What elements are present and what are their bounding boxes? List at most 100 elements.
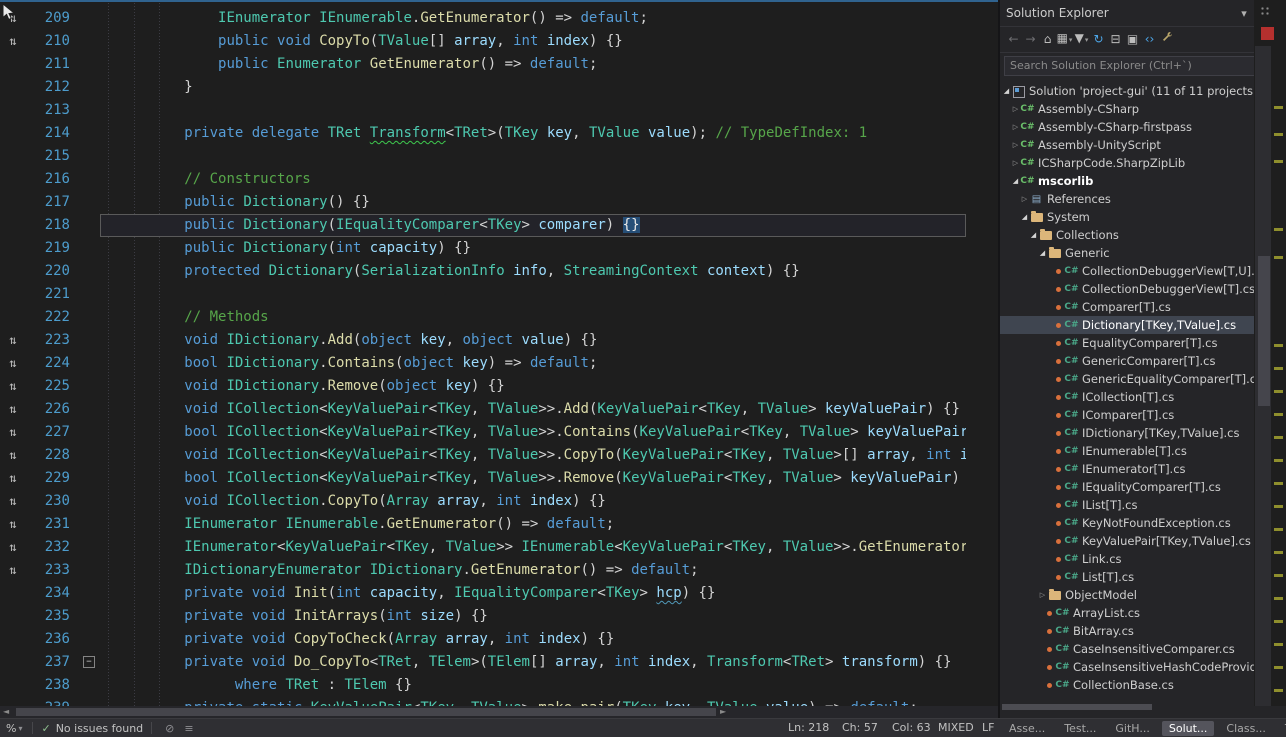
code-line[interactable]: 213 (0, 99, 966, 122)
fold-margin[interactable] (70, 306, 100, 329)
code-text[interactable]: private void CopyToCheck(Array array, in… (100, 628, 966, 651)
collapsed-arrow-icon[interactable]: ▷ (1038, 591, 1047, 599)
code-line[interactable]: 219 public Dictionary(int capacity) {} (0, 237, 966, 260)
code-line[interactable]: ⇅226 void ICollection<KeyValuePair<TKey,… (0, 398, 966, 421)
tool-window-tab[interactable]: GitH... (1108, 721, 1156, 736)
scroll-right-icon[interactable]: ► (720, 706, 726, 718)
code-line[interactable]: 217 public Dictionary() {} (0, 191, 966, 214)
expanded-arrow-icon[interactable]: ◢ (1011, 177, 1020, 185)
fold-margin[interactable] (70, 53, 100, 76)
gutter-margin[interactable] (0, 99, 26, 122)
code-text[interactable]: private static KeyValuePair<TKey, TValue… (100, 697, 966, 706)
expanded-arrow-icon[interactable]: ◢ (1029, 231, 1038, 239)
collapsed-arrow-icon[interactable]: ▷ (1011, 123, 1020, 131)
zoom-control[interactable]: % (6, 722, 16, 735)
fold-margin[interactable] (70, 237, 100, 260)
line-number[interactable]: 210 (26, 30, 70, 53)
editor-vertical-scrollbar[interactable] (1254, 0, 1286, 706)
code-line[interactable]: 218 public Dictionary(IEqualityComparer<… (0, 214, 966, 237)
code-text[interactable] (100, 283, 966, 306)
line-number[interactable]: 222 (26, 306, 70, 329)
gutter-margin[interactable] (0, 651, 26, 674)
code-text[interactable]: void ICollection<KeyValuePair<TKey, TVal… (100, 398, 966, 421)
line-number[interactable]: 211 (26, 53, 70, 76)
code-line[interactable]: 212 } (0, 76, 966, 99)
line-number[interactable]: 216 (26, 168, 70, 191)
code-text[interactable]: bool ICollection<KeyValuePair<TKey, TVal… (100, 421, 966, 444)
filter-button[interactable]: ▼▾ (1073, 27, 1090, 52)
gutter-margin[interactable]: ⇅ (0, 375, 26, 398)
code-line[interactable]: 214 private delegate TRet Transform<TRet… (0, 122, 966, 145)
code-line[interactable]: ⇅224 bool IDictionary.Contains(object ke… (0, 352, 966, 375)
fold-margin[interactable]: − (70, 651, 100, 674)
code-text[interactable]: IEnumerator IEnumerable.GetEnumerator() … (100, 513, 966, 536)
tree-item[interactable]: C#CaseInsensitiveHashCodeProvider.cs (1000, 658, 1272, 676)
tree-item[interactable]: C#CaseInsensitiveComparer.cs (1000, 640, 1272, 658)
code-line[interactable]: 222 // Methods (0, 306, 966, 329)
gutter-margin[interactable]: ⇅ (0, 398, 26, 421)
code-text[interactable]: bool IDictionary.Contains(object key) =>… (100, 352, 966, 375)
gutter-margin[interactable]: ⇅ (0, 513, 26, 536)
tree-item[interactable]: C#BitArray.cs (1000, 622, 1272, 640)
code-text[interactable] (100, 145, 966, 168)
line-number[interactable]: 220 (26, 260, 70, 283)
line-number[interactable]: 217 (26, 191, 70, 214)
gutter-margin[interactable] (0, 605, 26, 628)
fold-margin[interactable] (70, 375, 100, 398)
gutter-margin[interactable]: ⇅ (0, 467, 26, 490)
line-number[interactable]: 209 (26, 7, 70, 30)
tree-item[interactable]: C#IDictionary[TKey,TValue].cs (1000, 424, 1272, 442)
line-number[interactable]: 228 (26, 444, 70, 467)
gutter-margin[interactable] (0, 191, 26, 214)
gutter-margin[interactable] (0, 145, 26, 168)
line-number[interactable]: 233 (26, 559, 70, 582)
code-text[interactable]: public Enumerator GetEnumerator() => def… (100, 53, 966, 76)
fold-margin[interactable] (70, 191, 100, 214)
tree-item[interactable]: C#KeyNotFoundException.cs (1000, 514, 1272, 532)
fold-margin[interactable] (70, 352, 100, 375)
gutter-margin[interactable]: ⇅ (0, 329, 26, 352)
code-line[interactable]: 216 // Constructors (0, 168, 966, 191)
gutter-margin[interactable] (0, 76, 26, 99)
tree-item[interactable]: ◢System (1000, 208, 1272, 226)
gutter-margin[interactable]: ⇅ (0, 352, 26, 375)
scrollbar-thumb[interactable] (1258, 256, 1270, 406)
gutter-margin[interactable]: ⇅ (0, 444, 26, 467)
tree-item[interactable]: ◢C#mscorlib (1000, 172, 1272, 190)
code-text[interactable]: public void CopyTo(TValue[] array, int i… (100, 30, 966, 53)
code-line[interactable]: ⇅225 void IDictionary.Remove(object key)… (0, 375, 966, 398)
gutter-margin[interactable] (0, 237, 26, 260)
code-text[interactable]: IEnumerator IEnumerable.GetEnumerator() … (100, 7, 966, 30)
zoom-caret-icon[interactable]: ▾ (18, 724, 22, 733)
gutter-margin[interactable]: ⇅ (0, 30, 26, 53)
line-number[interactable]: 232 (26, 536, 70, 559)
expanded-arrow-icon[interactable]: ◢ (1020, 213, 1029, 221)
line-number[interactable]: 229 (26, 467, 70, 490)
collapsed-arrow-icon[interactable]: ▷ (1011, 105, 1020, 113)
fold-margin[interactable] (70, 467, 100, 490)
line-number[interactable]: 225 (26, 375, 70, 398)
code-text[interactable]: void ICollection.CopyTo(Array array, int… (100, 490, 966, 513)
line-number[interactable]: 237 (26, 651, 70, 674)
code-line[interactable]: ⇅228 void ICollection<KeyValuePair<TKey,… (0, 444, 966, 467)
gutter-margin[interactable] (0, 674, 26, 697)
code-text[interactable]: private void Init(int capacity, IEqualit… (100, 582, 966, 605)
code-text[interactable]: void ICollection<KeyValuePair<TKey, TVal… (100, 444, 966, 467)
line-number[interactable]: 236 (26, 628, 70, 651)
tree-item[interactable]: C#IEqualityComparer[T].cs (1000, 478, 1272, 496)
code-line[interactable]: 238 where TRet : TElem {} (0, 674, 966, 697)
fold-margin[interactable] (70, 398, 100, 421)
code-line[interactable]: 211 public Enumerator GetEnumerator() =>… (0, 53, 966, 76)
code-line[interactable]: ⇅229 bool ICollection<KeyValuePair<TKey,… (0, 467, 966, 490)
tree-item[interactable]: ▷ObjectModel (1000, 586, 1272, 604)
search-input[interactable]: Search Solution Explorer (Ctrl+`) (1004, 56, 1282, 76)
fold-margin[interactable] (70, 122, 100, 145)
splitter-grip-icon[interactable] (1260, 6, 1271, 17)
fold-margin[interactable] (70, 214, 100, 237)
line-number[interactable]: 213 (26, 99, 70, 122)
fold-margin[interactable] (70, 628, 100, 651)
window-position-icon[interactable]: ▾ (1241, 7, 1247, 20)
tree-item[interactable]: C#CollectionDebuggerView[T,U].cs (1000, 262, 1272, 280)
dropdown-caret-icon[interactable]: ▾ (1085, 36, 1089, 44)
tree-item[interactable]: C#KeyValuePair[TKey,TValue].cs (1000, 532, 1272, 550)
